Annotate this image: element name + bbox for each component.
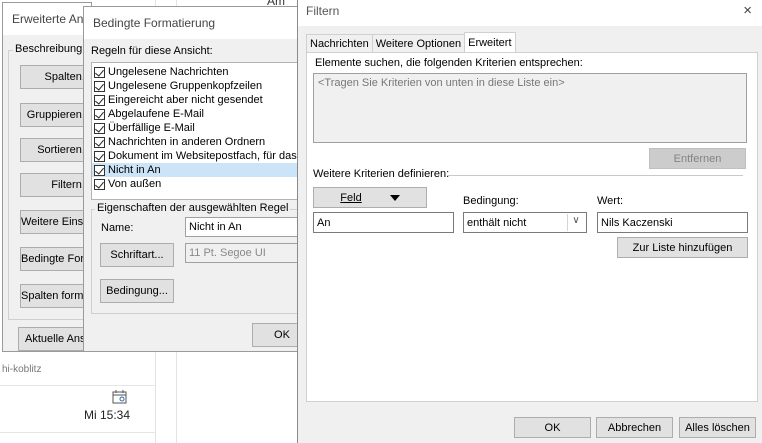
rule-label: Nicht in An bbox=[108, 164, 161, 176]
divider bbox=[447, 175, 743, 176]
condition-label: Bedingung: bbox=[463, 195, 519, 207]
filter-tabs: Nachrichten Weitere Optionen Erweitert bbox=[306, 32, 516, 53]
rule-label: Abgelaufene E-Mail bbox=[108, 108, 205, 120]
conditional-formatting-title: Bedingte Formatierung bbox=[84, 7, 300, 39]
checkbox[interactable] bbox=[94, 66, 105, 78]
checkbox[interactable] bbox=[94, 164, 105, 176]
rule-item[interactable]: Dokument im Websitepostfach, für das d bbox=[92, 149, 305, 163]
add-to-list-button[interactable]: Zur Liste hinzufügen bbox=[617, 237, 748, 258]
background-separator bbox=[0, 432, 155, 433]
criteria-placeholder: <Tragen Sie Kriterien von unten in diese… bbox=[318, 77, 565, 89]
rule-label: Nachrichten in anderen Ordnern bbox=[108, 136, 266, 148]
criteria-list[interactable]: <Tragen Sie Kriterien von unten in diese… bbox=[313, 73, 747, 143]
rule-label: Ungelesene Gruppenkopfzeilen bbox=[108, 80, 263, 92]
close-icon[interactable]: × bbox=[743, 2, 752, 19]
name-label: Name: bbox=[101, 222, 134, 234]
condition-button[interactable]: Bedingung... bbox=[100, 279, 174, 303]
condition-select[interactable]: enthält nicht ∨ bbox=[463, 212, 587, 233]
rule-item[interactable]: Abgelaufene E-Mail bbox=[92, 107, 305, 121]
clear-all-button[interactable]: Alles löschen bbox=[679, 417, 756, 438]
ok-button[interactable]: OK bbox=[514, 417, 591, 438]
rules-list[interactable]: Ungelesene Nachrichten Ungelesene Gruppe… bbox=[91, 62, 306, 200]
checkbox[interactable] bbox=[94, 108, 105, 120]
cancel-button[interactable]: Abbrechen bbox=[596, 417, 673, 438]
dropdown-arrow-icon bbox=[389, 195, 400, 201]
rule-item[interactable]: Ungelesene Nachrichten bbox=[92, 65, 305, 79]
checkbox[interactable] bbox=[94, 80, 105, 92]
checkbox[interactable] bbox=[94, 94, 105, 106]
rule-item[interactable]: Nachrichten in anderen Ordnern bbox=[92, 135, 305, 149]
font-button[interactable]: Schriftart... bbox=[100, 243, 174, 267]
rule-item-selected[interactable]: Nicht in An bbox=[92, 163, 305, 177]
remove-button[interactable]: Entfernen bbox=[649, 148, 746, 169]
conditional-formatting-dialog: Bedingte Formatierung Regeln für diese A… bbox=[83, 6, 312, 352]
condition-value: enthält nicht bbox=[467, 217, 527, 229]
checkbox[interactable] bbox=[94, 136, 105, 148]
find-items-label: Elemente suchen, die folgenden Kriterien… bbox=[315, 57, 583, 69]
field-button-label: Feld bbox=[340, 192, 362, 204]
define-criteria-label: Weitere Kriterien definieren: bbox=[313, 168, 450, 180]
checkbox[interactable] bbox=[94, 150, 105, 162]
checkbox[interactable] bbox=[94, 122, 105, 134]
rule-item[interactable]: Überfällige E-Mail bbox=[92, 121, 305, 135]
rule-label: Ungelesene Nachrichten bbox=[108, 66, 229, 78]
background-sender: hi-koblitz bbox=[2, 364, 42, 375]
rule-name-input[interactable]: Nicht in An bbox=[185, 217, 305, 237]
rule-label: Eingereicht aber nicht gesendet bbox=[108, 94, 263, 106]
background-separator bbox=[0, 385, 155, 386]
rule-item[interactable]: Von außen bbox=[92, 177, 305, 191]
font-preview: 11 Pt. Segoe UI bbox=[185, 243, 305, 263]
calendar-icon bbox=[112, 390, 127, 404]
rules-label: Regeln für diese Ansicht: bbox=[91, 45, 213, 57]
value-input[interactable]: Nils Kaczenski bbox=[597, 212, 748, 233]
field-dropdown-button[interactable]: Feld bbox=[313, 187, 427, 208]
advanced-view-title: Erweiterte Ansicht bbox=[3, 3, 91, 35]
value-label: Wert: bbox=[597, 195, 624, 207]
rule-item[interactable]: Ungelesene Gruppenkopfzeilen bbox=[92, 79, 305, 93]
rule-label: Von außen bbox=[108, 178, 162, 190]
filter-dialog: Filtern × Nachrichten Weitere Optionen E… bbox=[297, 0, 762, 443]
rule-item[interactable]: Eingereicht aber nicht gesendet bbox=[92, 93, 305, 107]
advanced-view-dialog: Erweiterte Ansicht Beschreibung Spalten.… bbox=[2, 2, 103, 352]
tab-messages[interactable]: Nachrichten bbox=[306, 34, 373, 53]
field-input[interactable]: An bbox=[313, 212, 454, 233]
rule-label: Dokument im Websitepostfach, für das d bbox=[108, 150, 306, 162]
rule-label: Überfällige E-Mail bbox=[108, 122, 195, 134]
tab-more-options[interactable]: Weitere Optionen bbox=[371, 34, 466, 53]
checkbox[interactable] bbox=[94, 178, 105, 190]
filter-title: Filtern bbox=[298, 0, 762, 26]
tab-advanced[interactable]: Erweitert bbox=[464, 32, 516, 53]
rule-properties-label: Eigenschaften der ausgewählten Regel bbox=[95, 202, 291, 214]
background-time: Mi 15:34 bbox=[83, 408, 130, 422]
advanced-tab-panel: Elemente suchen, die folgenden Kriterien… bbox=[306, 52, 758, 402]
chevron-down-icon: ∨ bbox=[567, 214, 584, 231]
description-label: Beschreibung bbox=[13, 43, 85, 55]
